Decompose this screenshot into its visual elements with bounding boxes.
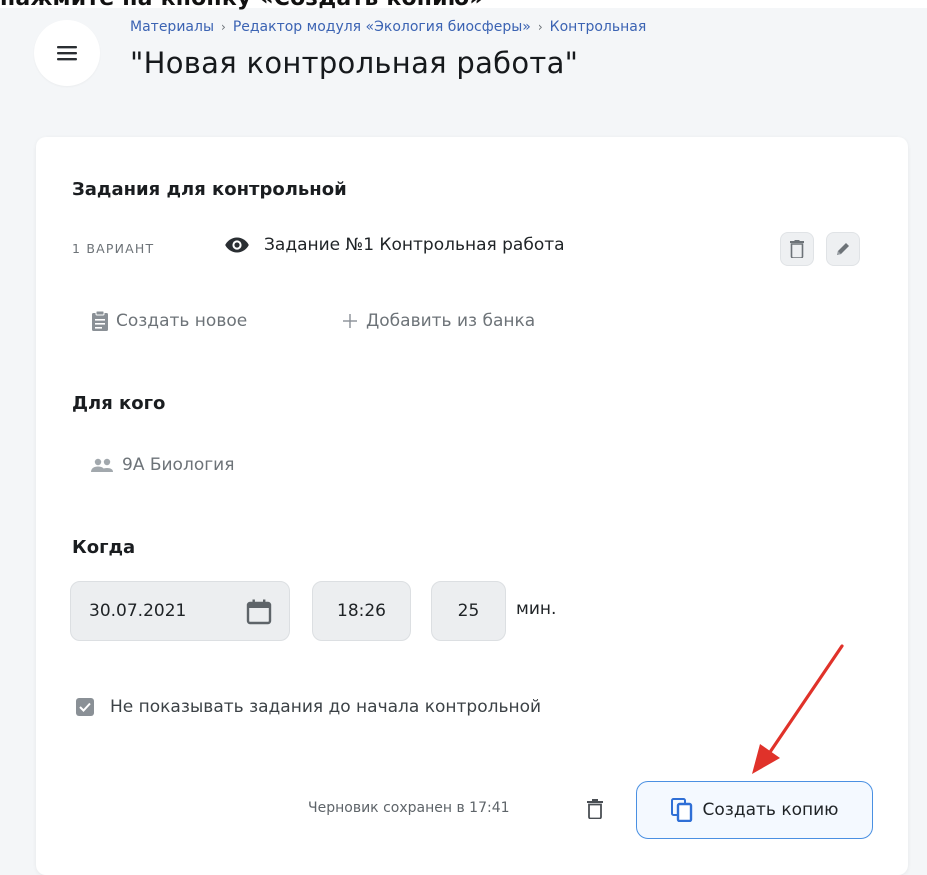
create-new-task-button[interactable]: Создать новое xyxy=(92,311,247,331)
draft-status: Черновик сохранен в 17:41 xyxy=(308,800,510,816)
menu-button[interactable] xyxy=(34,20,100,86)
time-field[interactable]: 18:26 xyxy=(312,581,411,641)
group-name: 9А Биология xyxy=(122,455,235,475)
task-name: Задание №1 Контрольная работа xyxy=(264,235,565,255)
calendar-icon[interactable] xyxy=(246,599,272,625)
breadcrumb-separator: › xyxy=(537,20,543,34)
when-section-title: Когда xyxy=(72,537,136,558)
add-from-bank-button[interactable]: Добавить из банка xyxy=(342,311,535,331)
breadcrumb-item-module-editor[interactable]: Редактор модуля «Экология биосферы» xyxy=(233,19,531,35)
group-item[interactable]: 9А Биология xyxy=(90,455,234,475)
instruction-caption: нажмите на кнопку «Создать копию» xyxy=(0,0,484,11)
breadcrumb-item-materials[interactable]: Материалы xyxy=(130,19,214,35)
eye-icon[interactable] xyxy=(224,236,250,254)
breadcrumb: Материалы › Редактор модуля «Экология би… xyxy=(130,19,646,35)
create-copy-button[interactable]: Создать копию xyxy=(636,781,873,839)
delete-task-button[interactable] xyxy=(780,232,814,266)
plus-icon xyxy=(343,314,357,328)
duration-field[interactable]: 25 xyxy=(431,581,506,641)
tasks-section-title: Задания для контрольной xyxy=(72,179,347,200)
edit-task-button[interactable] xyxy=(826,232,860,266)
breadcrumb-item-test[interactable]: Контрольная xyxy=(550,19,647,35)
add-from-bank-label: Добавить из банка xyxy=(366,311,536,331)
create-new-label: Создать новое xyxy=(116,311,248,331)
breadcrumb-separator: › xyxy=(221,20,226,34)
trash-icon xyxy=(587,799,603,819)
duration-value: 25 xyxy=(457,601,480,621)
hide-tasks-label: Не показывать задания до начала контроль… xyxy=(110,697,542,717)
hide-tasks-option[interactable]: Не показывать задания до начала контроль… xyxy=(76,697,541,717)
clipboard-icon xyxy=(92,311,108,331)
date-field[interactable]: 30.07.2021 xyxy=(70,581,290,641)
group-icon xyxy=(91,458,113,472)
task-item[interactable]: Задание №1 Контрольная работа xyxy=(224,235,565,255)
hamburger-icon xyxy=(57,46,77,61)
hide-tasks-checkbox[interactable] xyxy=(76,698,94,716)
pencil-icon xyxy=(837,243,849,255)
page-title: "Новая контрольная работа" xyxy=(130,46,579,80)
trash-icon xyxy=(790,240,804,258)
copy-icon xyxy=(670,798,692,822)
create-copy-label: Создать копию xyxy=(702,800,839,820)
date-value: 30.07.2021 xyxy=(89,601,187,621)
test-settings-card: Задания для контрольной 1 ВАРИАНТ Задани… xyxy=(36,137,908,875)
variant-label: 1 ВАРИАНТ xyxy=(72,241,155,256)
delete-draft-button[interactable] xyxy=(584,796,606,822)
time-value: 18:26 xyxy=(337,601,386,621)
duration-unit-label: мин. xyxy=(516,599,557,619)
checkmark-icon xyxy=(79,702,91,712)
for-whom-section-title: Для кого xyxy=(72,393,166,414)
